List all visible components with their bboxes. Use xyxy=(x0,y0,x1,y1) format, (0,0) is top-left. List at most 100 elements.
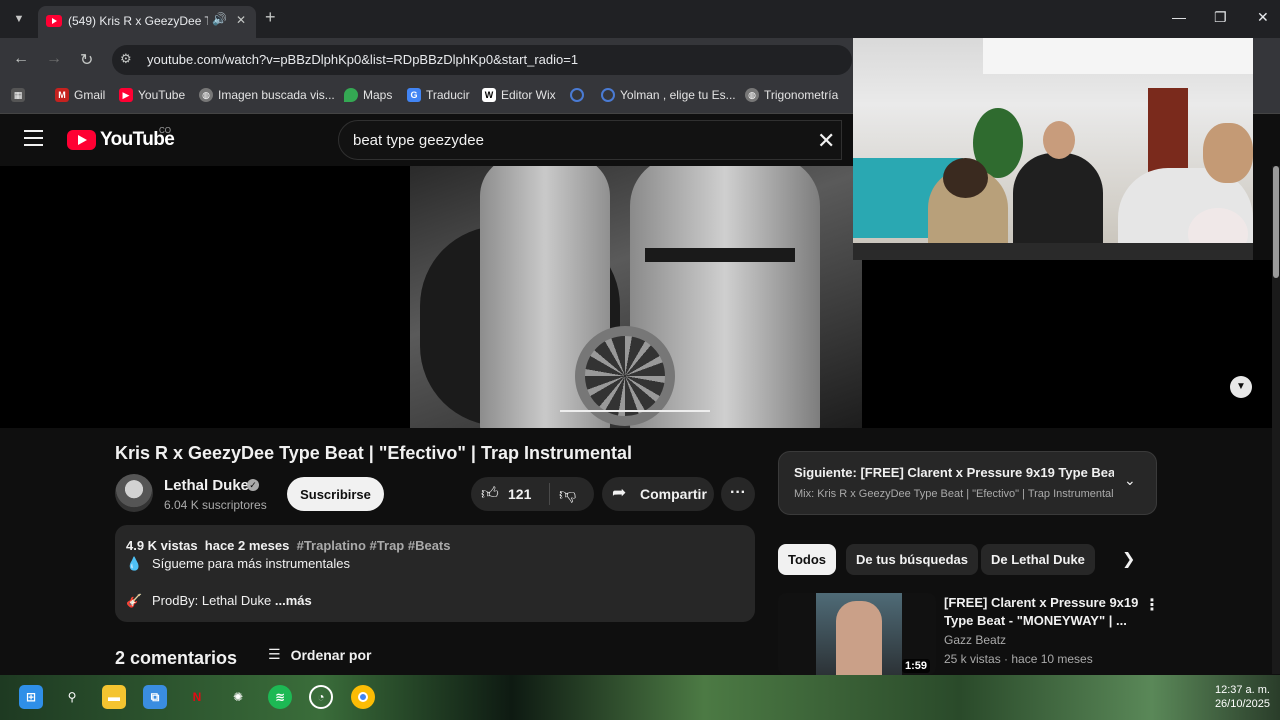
channel-avatar[interactable] xyxy=(115,474,153,512)
maps-pin-icon xyxy=(344,88,358,102)
video-title: Kris R x GeezyDee Type Beat | "Efectivo"… xyxy=(115,443,632,463)
netflix-icon[interactable]: N xyxy=(185,685,209,709)
show-more-link[interactable]: ...más xyxy=(275,593,312,608)
channel-name[interactable]: Lethal Duke xyxy=(164,477,249,494)
subscriber-count: 6.04 K suscriptores xyxy=(164,498,267,512)
clear-search-icon[interactable]: ✕ xyxy=(817,128,835,154)
bookmark-gmail[interactable]: M Gmail xyxy=(55,88,105,102)
new-tab-icon[interactable]: + xyxy=(265,7,276,28)
scrollbar-thumb[interactable] xyxy=(1273,166,1279,278)
chevron-down-icon[interactable]: ⌄ xyxy=(1124,472,1136,489)
system-clock[interactable]: 12:37 a. m. 26/10/2025 xyxy=(1200,683,1270,711)
audio-waveform xyxy=(560,410,710,412)
subscribe-button[interactable]: Suscribirse xyxy=(287,477,384,511)
chip-from-channel[interactable]: De Lethal Duke xyxy=(981,544,1095,575)
bookmark-yolman[interactable]: Yolman , elige tu Es... xyxy=(601,88,736,102)
like-icon[interactable]: 👍︎ xyxy=(481,483,499,504)
search-input[interactable]: beat type geezydee ✕ xyxy=(338,120,842,160)
chevron-right-icon[interactable]: ❯ xyxy=(1122,549,1135,569)
translate-icon: G xyxy=(407,88,421,102)
share-button[interactable]: ➦ Compartir xyxy=(602,477,714,511)
youtube-icon: ▶ xyxy=(119,88,133,102)
recommended-thumbnail[interactable]: 1:59 xyxy=(778,593,936,675)
apps-icon[interactable]: ▦ xyxy=(11,88,25,102)
app-icon[interactable]: ◔ xyxy=(309,685,333,709)
pip-person-head xyxy=(1203,123,1253,183)
recommended-channel[interactable]: Gazz Beatz xyxy=(944,633,1006,647)
more-actions-icon[interactable]: ··· xyxy=(721,477,755,511)
sidebar-background xyxy=(862,260,1272,428)
clock-time: 12:37 a. m. xyxy=(1214,684,1270,696)
forward-icon[interactable]: → xyxy=(46,50,62,68)
chip-all[interactable]: Todos xyxy=(778,544,837,575)
wix-icon: W xyxy=(482,88,496,102)
chevron-down-icon[interactable]: ▼ xyxy=(1230,376,1252,398)
pip-table xyxy=(853,243,1253,260)
divider xyxy=(549,483,550,505)
minimize-icon[interactable]: — xyxy=(1172,9,1186,25)
pip-person-head xyxy=(1043,121,1075,159)
description-meta: 4.9 K vistas hace 2 meses #Traplatino #T… xyxy=(126,538,451,553)
file-explorer-icon[interactable]: ▬ xyxy=(102,685,126,709)
close-window-icon[interactable]: ✕ xyxy=(1257,9,1269,26)
spotify-icon[interactable]: ≋ xyxy=(268,685,292,709)
video-frame[interactable] xyxy=(410,166,862,428)
circle-icon xyxy=(601,88,615,102)
dislike-icon[interactable]: 👎︎ xyxy=(559,484,576,505)
back-icon[interactable]: ← xyxy=(13,50,29,68)
bookmark-trig[interactable]: ◍ Trigonometría xyxy=(745,88,838,102)
restore-icon[interactable]: ❐ xyxy=(1214,9,1227,26)
bookmark-image-search[interactable]: ◍ Imagen buscada vis... xyxy=(199,88,335,102)
like-count[interactable]: 121 xyxy=(508,486,531,502)
region-code: CO xyxy=(159,126,171,135)
globe-icon: ◍ xyxy=(745,88,759,102)
bookmark-translate[interactable]: G Traducir xyxy=(407,88,470,102)
menu-icon[interactable] xyxy=(24,130,43,151)
video-duration: 1:59 xyxy=(901,659,930,673)
youtube-logo-icon[interactable] xyxy=(67,130,96,150)
search-icon[interactable]: ⚲ xyxy=(60,685,84,709)
store-icon[interactable]: ⧉ xyxy=(143,685,167,709)
more-options-icon[interactable]: ⋮ xyxy=(1144,595,1160,615)
tab-search-icon[interactable]: ▼ xyxy=(8,8,30,30)
clock-date: 26/10/2025 xyxy=(1214,698,1270,710)
pip-person-head xyxy=(943,158,988,198)
sort-comments-button[interactable]: ☰ Ordenar por xyxy=(268,646,371,663)
drop-emoji-icon: 💧 xyxy=(126,556,143,571)
address-bar[interactable]: ⚙ youtube.com/watch?v=pBBzDlphKp0&list=R… xyxy=(112,45,852,75)
browser-tab[interactable]: (549) Kris R x GeezyDee Type Beat | "Efe… xyxy=(38,6,256,38)
up-next-title: Siguiente: [FREE] Clarent x Pressure 9x1… xyxy=(794,465,1114,480)
page-scrollbar[interactable] xyxy=(1272,166,1280,674)
recommended-meta: 25 k vistas · hace 10 meses xyxy=(944,652,1093,666)
bookmark-youtube[interactable]: ▶ YouTube xyxy=(119,88,185,102)
bookmark-wix[interactable]: W Editor Wix xyxy=(482,88,556,102)
bookmark-empty[interactable] xyxy=(570,88,584,102)
sort-label: Ordenar por xyxy=(290,646,372,663)
windows-start-icon[interactable]: ⊞ xyxy=(19,685,43,709)
view-count: 4.9 K vistas xyxy=(126,538,198,553)
close-tab-icon[interactable]: ✕ xyxy=(236,13,246,27)
share-icon: ➦ xyxy=(612,483,627,502)
playlist-up-next[interactable]: Siguiente: [FREE] Clarent x Pressure 9x1… xyxy=(778,451,1157,515)
audio-playing-icon[interactable]: 🔊 xyxy=(212,12,227,26)
picture-in-picture-window[interactable] xyxy=(853,38,1253,260)
browser-tabstrip: ▼ (549) Kris R x GeezyDee Type Beat | "E… xyxy=(0,0,1280,38)
search-query: beat type geezydee xyxy=(353,132,484,149)
chatgpt-icon[interactable]: ✺ xyxy=(226,685,250,709)
site-info-icon[interactable]: ⚙ xyxy=(120,51,132,67)
share-label: Compartir xyxy=(640,486,707,502)
url-text: youtube.com/watch?v=pBBzDlphKp0&list=RDp… xyxy=(147,52,579,67)
chrome-icon[interactable] xyxy=(351,685,375,709)
recommended-title[interactable]: [FREE] Clarent x Pressure 9x19 Type Beat… xyxy=(944,594,1139,630)
upload-age: hace 2 meses xyxy=(204,538,290,553)
description-line: 🎸 ProdBy: Lethal Duke ...más xyxy=(126,593,312,608)
youtube-favicon-icon xyxy=(46,15,62,27)
bookmark-maps[interactable]: Maps xyxy=(344,88,392,102)
jacket-band xyxy=(645,248,795,262)
guitar-emoji-icon: 🎸 xyxy=(126,593,143,608)
chip-from-searches[interactable]: De tus búsquedas xyxy=(846,544,978,575)
hashtags[interactable]: #Traplatino #Trap #Beats xyxy=(297,538,451,553)
reload-icon[interactable]: ↻ xyxy=(80,50,93,70)
pip-ceiling xyxy=(983,38,1253,74)
description-box[interactable]: 4.9 K vistas hace 2 meses #Traplatino #T… xyxy=(115,525,755,622)
